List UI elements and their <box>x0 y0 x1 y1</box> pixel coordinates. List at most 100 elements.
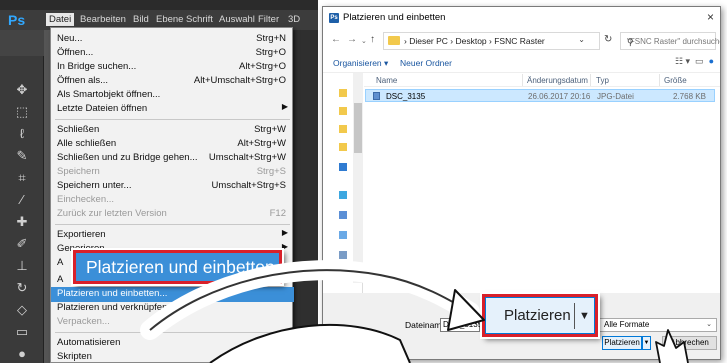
photoshop-window: Ps Datei Bearbeiten Bild Ebene Schrift A… <box>0 0 318 363</box>
menu-datei[interactable]: Datei <box>46 13 75 26</box>
history-dropdown-icon[interactable]: ⌄ <box>361 37 367 45</box>
search-input[interactable]: "FSNC Raster" durchsuchen ⚲ <box>620 32 720 50</box>
view-options-icon[interactable]: ☷ ▾ ▭ ● <box>675 56 714 67</box>
file-row[interactable]: DSC_3135 26.06.2017 20:16 JPG-Datei 2.76… <box>365 89 715 102</box>
menu-item-bridge-suchen[interactable]: In Bridge suchen... Alt+Strg+O <box>51 60 294 75</box>
menu-item-schliessen-bridge[interactable]: Schließen und zu Bridge gehen... Umschalt… <box>51 151 294 166</box>
menu-item-schliessen[interactable]: Schließen Strg+W <box>51 123 294 138</box>
menu-item-neu[interactable]: Neu... Strg+N <box>51 32 294 47</box>
stamp-tool-icon[interactable]: ⊥ <box>12 256 32 276</box>
menu-item-speichern-unter[interactable]: Speichern unter... Umschalt+Strg+S <box>51 179 294 194</box>
drive-icon[interactable] <box>339 211 347 219</box>
healing-tool-icon[interactable]: ✚ <box>12 212 32 232</box>
menu-item-alle-schliessen[interactable]: Alle schließen Alt+Strg+W <box>51 137 294 152</box>
format-value: Alle Formate <box>604 320 650 329</box>
folder-icon[interactable] <box>339 143 347 151</box>
file-name: DSC_3135 <box>386 92 426 101</box>
new-folder-button[interactable]: Neuer Ordner <box>400 58 452 68</box>
file-menu-dropdown: Neu... Strg+N Öffnen... Strg+O In Bridge s… <box>50 27 294 363</box>
marquee-tool-icon[interactable]: ⬚ <box>12 102 32 122</box>
menu-item-oeffnen-als[interactable]: Öffnen als... Alt+Umschalt+Strg+O <box>51 74 294 89</box>
menu-item-verpacken[interactable]: Verpacken... <box>51 315 294 330</box>
column-date[interactable]: Änderungsdatum <box>527 76 588 85</box>
zoom-callout-platzieren-einbetten: Platzieren und einbetten... <box>73 250 289 284</box>
menu-item-letzte-dateien[interactable]: Letzte Dateien öffnen ▶ <box>51 102 294 117</box>
navpane-scrollbar[interactable] <box>353 73 363 283</box>
ps-toolbar: ✥ ⬚ ℓ ✎ ⌗ ⁄ ✚ ✐ ⊥ ↻ ◇ ▭ ● <box>0 30 44 363</box>
organize-button[interactable]: Organisieren ▾ <box>333 58 388 69</box>
dialog-toolbar: Organisieren ▾ Neuer Ordner ☷ ▾ ▭ ● <box>323 53 720 73</box>
folder-icon[interactable] <box>339 125 347 133</box>
menu-item-oeffnen[interactable]: Öffnen... Strg+O <box>51 46 294 61</box>
submenu-arrow-icon: ▶ <box>281 242 288 251</box>
submenu-arrow-icon: ▶ <box>281 102 288 111</box>
menu-bearbeiten[interactable]: Bearbeiten <box>80 14 126 25</box>
history-brush-tool-icon[interactable]: ↻ <box>12 278 32 298</box>
up-arrow-icon[interactable]: ↑ <box>370 34 375 45</box>
column-type[interactable]: Typ <box>596 76 609 85</box>
format-select[interactable]: Alle Formate ⌄ <box>599 318 717 332</box>
menu-item-platzieren-einbetten[interactable]: Platzieren und einbetten... <box>51 287 294 302</box>
folder-icon <box>388 36 400 45</box>
menu-bild[interactable]: Bild <box>133 14 149 25</box>
callout-button: Platzieren ▼ <box>485 297 595 334</box>
filename-field[interactable]: DSC_3135 <box>440 318 482 332</box>
column-name[interactable]: Name <box>376 76 397 85</box>
ps-app-icon: Ps <box>329 13 339 23</box>
crop-tool-icon[interactable]: ⌗ <box>12 168 32 188</box>
blur-tool-icon[interactable]: ● <box>12 344 32 363</box>
dialog-navbar: ← → ⌄ ↑ › Dieser PC › Desktop › FSNC Ras… <box>323 29 720 53</box>
column-headers: Name Änderungsdatum Typ Größe <box>364 73 720 87</box>
chevron-down-icon: ⌄ <box>706 321 712 328</box>
menu-item-exportieren[interactable]: Exportieren ▶ <box>51 228 294 243</box>
menu-3d[interactable]: 3D <box>288 14 300 25</box>
folder-icon[interactable] <box>339 89 347 97</box>
back-arrow-icon[interactable]: ← <box>331 34 341 45</box>
dropbox-icon[interactable] <box>339 191 347 199</box>
search-icon: ⚲ <box>627 37 634 47</box>
onedrive-icon[interactable] <box>339 163 347 171</box>
place-options-arrow[interactable]: ▼ <box>642 336 651 350</box>
dialog-title: Platzieren und einbetten <box>343 12 446 23</box>
move-tool-icon[interactable]: ✥ <box>12 80 32 100</box>
submenu-arrow-icon: ▶ <box>281 336 288 345</box>
dialog-titlebar: Ps Platzieren und einbetten × <box>323 7 720 29</box>
eraser-tool-icon[interactable]: ◇ <box>12 300 32 320</box>
column-size[interactable]: Größe <box>664 76 687 85</box>
menu-item-smartobjekt[interactable]: Als Smartobjekt öffnen... <box>51 88 294 103</box>
eyedropper-tool-icon[interactable]: ⁄ <box>12 190 32 210</box>
disk-icon[interactable] <box>339 271 347 279</box>
quick-select-tool-icon[interactable]: ✎ <box>12 146 32 166</box>
file-list: Name Änderungsdatum Typ Größe DSC_3135 2… <box>364 73 720 293</box>
menu-schrift[interactable]: Schrift <box>186 14 213 25</box>
menu-separator <box>55 224 290 225</box>
place-button[interactable]: Platzieren <box>602 336 642 350</box>
scrollbar-thumb[interactable] <box>354 103 362 153</box>
panel-edge <box>295 30 318 363</box>
menu-ebene[interactable]: Ebene <box>156 14 183 25</box>
forward-arrow-icon[interactable]: → <box>347 34 357 45</box>
menu-item-einchecken[interactable]: Einchecken... <box>51 193 294 208</box>
gradient-tool-icon[interactable]: ▭ <box>12 322 32 342</box>
menu-filter[interactable]: Filter <box>258 14 279 25</box>
menu-item-platzieren-verknuepfen[interactable]: Platzieren und verknüpfen... <box>51 301 294 316</box>
callout-label: Platzieren <box>504 307 571 324</box>
menu-item-automatisieren[interactable]: Automatisieren ▶ <box>51 336 294 351</box>
brush-tool-icon[interactable]: ✐ <box>12 234 32 254</box>
address-bar[interactable]: › Dieser PC › Desktop › FSNC Raster ⌄ <box>383 32 600 50</box>
lasso-tool-icon[interactable]: ℓ <box>12 124 32 144</box>
folder-icon[interactable] <box>339 107 347 115</box>
disk-icon[interactable] <box>339 251 347 259</box>
pc-icon[interactable] <box>339 231 347 239</box>
help-icon[interactable]: ● <box>709 56 714 66</box>
file-size: 2.768 KB <box>673 92 706 101</box>
menu-item-speichern[interactable]: Speichern Strg+S <box>51 165 294 180</box>
menu-auswahl[interactable]: Auswahl <box>219 14 255 25</box>
caret-down-icon: ▼ <box>579 310 590 322</box>
menu-item-skripten[interactable]: Skripten <box>51 350 294 363</box>
close-icon[interactable]: × <box>707 10 714 24</box>
refresh-icon[interactable]: ↻ <box>604 34 612 45</box>
cancel-button[interactable]: Abbrechen <box>662 336 717 350</box>
menu-item-zurueck-version[interactable]: Zurück zur letzten Version F12 <box>51 207 294 222</box>
chevron-down-icon[interactable]: ⌄ <box>578 35 585 44</box>
